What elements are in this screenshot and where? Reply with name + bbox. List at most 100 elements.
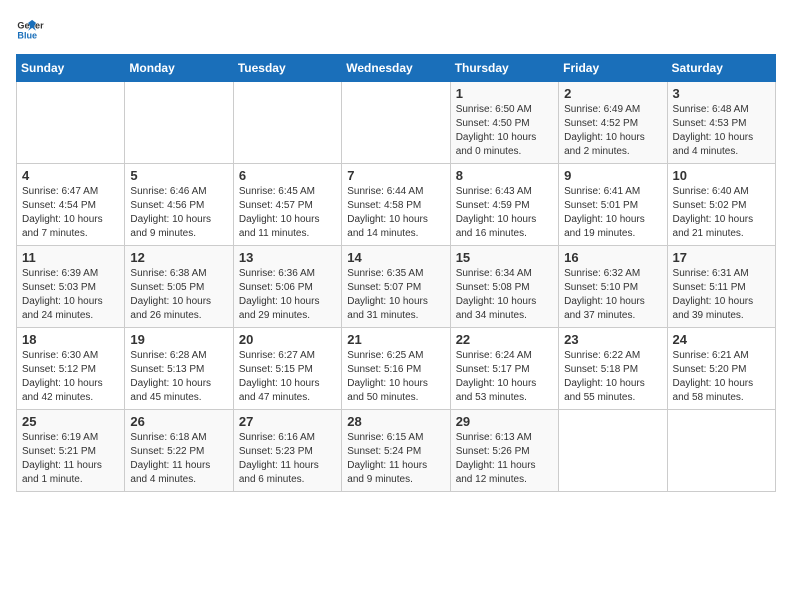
day-info: Sunrise: 6:19 AM Sunset: 5:21 PM Dayligh… (22, 431, 119, 487)
weekday-header-friday: Friday (559, 55, 667, 82)
calendar-cell: 15Sunrise: 6:34 AM Sunset: 5:08 PM Dayli… (450, 246, 558, 328)
day-info: Sunrise: 6:46 AM Sunset: 4:56 PM Dayligh… (130, 185, 227, 241)
day-info: Sunrise: 6:24 AM Sunset: 5:17 PM Dayligh… (456, 349, 553, 405)
day-info: Sunrise: 6:15 AM Sunset: 5:24 PM Dayligh… (347, 431, 444, 487)
calendar-cell: 1 Sunrise: 6:50 AM Sunset: 4:50 PM Daylig… (450, 82, 558, 164)
calendar-cell: 24 Sunrise: 6:21 AM Sunset: 5:20 PM Dayli… (667, 328, 775, 410)
calendar-cell: 6 Sunrise: 6:45 AM Sunset: 4:57 PM Daylig… (233, 164, 341, 246)
calendar-cell: 16 Sunrise: 6:32 AM Sunset: 5:10 PM Dayli… (559, 246, 667, 328)
day-number: 28 (347, 414, 444, 429)
day-number: 7 (347, 168, 444, 183)
calendar-week-row: 1 Sunrise: 6:50 AM Sunset: 4:50 PM Daylig… (17, 82, 776, 164)
calendar-week-row: 11Sunrise: 6:39 AM Sunset: 5:03 PM Dayli… (17, 246, 776, 328)
logo-icon: General Blue (16, 16, 44, 44)
day-number: 4 (22, 168, 119, 183)
calendar-cell: 14 Sunrise: 6:35 AM Sunset: 5:07 PM Dayli… (342, 246, 450, 328)
day-number: 18 (22, 332, 119, 347)
day-info: Sunrise: 6:18 AM Sunset: 5:22 PM Dayligh… (130, 431, 227, 487)
day-number: 25 (22, 414, 119, 429)
day-info: Sunrise: 6:48 AM Sunset: 4:53 PM Dayligh… (673, 103, 770, 159)
day-info: Sunrise: 6:45 AM Sunset: 4:57 PM Dayligh… (239, 185, 336, 241)
weekday-header-monday: Monday (125, 55, 233, 82)
calendar-cell: 8 Sunrise: 6:43 AM Sunset: 4:59 PM Daylig… (450, 164, 558, 246)
day-info: Sunrise: 6:13 AM Sunset: 5:26 PM Dayligh… (456, 431, 553, 487)
weekday-header-row: SundayMondayTuesdayWednesdayThursdayFrid… (17, 55, 776, 82)
day-number: 6 (239, 168, 336, 183)
day-number: 8 (456, 168, 553, 183)
calendar-week-row: 25 Sunrise: 6:19 AM Sunset: 5:21 PM Dayli… (17, 410, 776, 492)
day-info: Sunrise: 6:32 AM Sunset: 5:10 PM Dayligh… (564, 267, 661, 323)
day-number: 20 (239, 332, 336, 347)
calendar-cell: 12 Sunrise: 6:38 AM Sunset: 5:05 PM Dayli… (125, 246, 233, 328)
calendar-cell (125, 82, 233, 164)
day-number: 13 (239, 250, 336, 265)
day-number: 23 (564, 332, 661, 347)
day-info: Sunrise: 6:16 AM Sunset: 5:23 PM Dayligh… (239, 431, 336, 487)
weekday-header-sunday: Sunday (17, 55, 125, 82)
calendar-cell: 3Sunrise: 6:48 AM Sunset: 4:53 PM Daylig… (667, 82, 775, 164)
calendar-cell: 9Sunrise: 6:41 AM Sunset: 5:01 PM Daylig… (559, 164, 667, 246)
calendar-cell: 29 Sunrise: 6:13 AM Sunset: 5:26 PM Dayli… (450, 410, 558, 492)
calendar-cell: 2 Sunrise: 6:49 AM Sunset: 4:52 PM Daylig… (559, 82, 667, 164)
calendar-cell: 23 Sunrise: 6:22 AM Sunset: 5:18 PM Dayli… (559, 328, 667, 410)
day-number: 17 (673, 250, 770, 265)
day-info: Sunrise: 6:31 AM Sunset: 5:11 PM Dayligh… (673, 267, 770, 323)
day-number: 14 (347, 250, 444, 265)
weekday-header-tuesday: Tuesday (233, 55, 341, 82)
day-info: Sunrise: 6:30 AM Sunset: 5:12 PM Dayligh… (22, 349, 119, 405)
svg-text:Blue: Blue (17, 30, 37, 40)
day-info: Sunrise: 6:47 AM Sunset: 4:54 PM Dayligh… (22, 185, 119, 241)
day-number: 21 (347, 332, 444, 347)
calendar-cell: 25 Sunrise: 6:19 AM Sunset: 5:21 PM Dayli… (17, 410, 125, 492)
calendar-cell: 19 Sunrise: 6:28 AM Sunset: 5:13 PM Dayli… (125, 328, 233, 410)
calendar-cell: 26 Sunrise: 6:18 AM Sunset: 5:22 PM Dayli… (125, 410, 233, 492)
day-info: Sunrise: 6:35 AM Sunset: 5:07 PM Dayligh… (347, 267, 444, 323)
calendar-cell: 22 Sunrise: 6:24 AM Sunset: 5:17 PM Dayli… (450, 328, 558, 410)
day-number: 5 (130, 168, 227, 183)
day-info: Sunrise: 6:43 AM Sunset: 4:59 PM Dayligh… (456, 185, 553, 241)
day-info: Sunrise: 6:49 AM Sunset: 4:52 PM Dayligh… (564, 103, 661, 159)
calendar-cell: 7Sunrise: 6:44 AM Sunset: 4:58 PM Daylig… (342, 164, 450, 246)
day-info: Sunrise: 6:21 AM Sunset: 5:20 PM Dayligh… (673, 349, 770, 405)
day-number: 22 (456, 332, 553, 347)
weekday-header-saturday: Saturday (667, 55, 775, 82)
calendar-cell (667, 410, 775, 492)
calendar-cell: 10 Sunrise: 6:40 AM Sunset: 5:02 PM Dayli… (667, 164, 775, 246)
day-number: 2 (564, 86, 661, 101)
day-info: Sunrise: 6:40 AM Sunset: 5:02 PM Dayligh… (673, 185, 770, 241)
day-number: 16 (564, 250, 661, 265)
day-number: 29 (456, 414, 553, 429)
day-number: 1 (456, 86, 553, 101)
calendar-cell: 4 Sunrise: 6:47 AM Sunset: 4:54 PM Daylig… (17, 164, 125, 246)
day-number: 27 (239, 414, 336, 429)
day-number: 12 (130, 250, 227, 265)
day-number: 19 (130, 332, 227, 347)
logo: General Blue (16, 16, 48, 44)
day-number: 11 (22, 250, 119, 265)
calendar-cell (17, 82, 125, 164)
weekday-header-thursday: Thursday (450, 55, 558, 82)
calendar-cell (233, 82, 341, 164)
day-info: Sunrise: 6:25 AM Sunset: 5:16 PM Dayligh… (347, 349, 444, 405)
calendar-cell: 21 Sunrise: 6:25 AM Sunset: 5:16 PM Dayli… (342, 328, 450, 410)
calendar-cell: 5 Sunrise: 6:46 AM Sunset: 4:56 PM Daylig… (125, 164, 233, 246)
calendar-week-row: 4 Sunrise: 6:47 AM Sunset: 4:54 PM Daylig… (17, 164, 776, 246)
calendar-cell: 17 Sunrise: 6:31 AM Sunset: 5:11 PM Dayli… (667, 246, 775, 328)
day-number: 15 (456, 250, 553, 265)
day-info: Sunrise: 6:38 AM Sunset: 5:05 PM Dayligh… (130, 267, 227, 323)
day-info: Sunrise: 6:50 AM Sunset: 4:50 PM Dayligh… (456, 103, 553, 159)
day-number: 26 (130, 414, 227, 429)
day-info: Sunrise: 6:28 AM Sunset: 5:13 PM Dayligh… (130, 349, 227, 405)
calendar-cell: 13Sunrise: 6:36 AM Sunset: 5:06 PM Dayli… (233, 246, 341, 328)
calendar-cell: 18 Sunrise: 6:30 AM Sunset: 5:12 PM Dayli… (17, 328, 125, 410)
calendar-cell (342, 82, 450, 164)
weekday-header-wednesday: Wednesday (342, 55, 450, 82)
calendar-cell: 27 Sunrise: 6:16 AM Sunset: 5:23 PM Dayli… (233, 410, 341, 492)
day-info: Sunrise: 6:41 AM Sunset: 5:01 PM Dayligh… (564, 185, 661, 241)
day-info: Sunrise: 6:22 AM Sunset: 5:18 PM Dayligh… (564, 349, 661, 405)
calendar-cell: 28 Sunrise: 6:15 AM Sunset: 5:24 PM Dayli… (342, 410, 450, 492)
calendar-table: SundayMondayTuesdayWednesdayThursdayFrid… (16, 54, 776, 492)
day-number: 24 (673, 332, 770, 347)
day-number: 10 (673, 168, 770, 183)
calendar-cell: 11Sunrise: 6:39 AM Sunset: 5:03 PM Dayli… (17, 246, 125, 328)
